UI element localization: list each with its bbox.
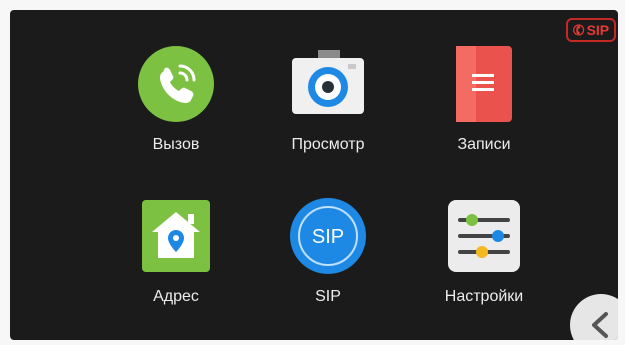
sliders-icon [444,196,524,276]
menu-item-settings[interactable]: Настройки [414,196,554,336]
chevron-left-icon [592,312,608,338]
menu-item-label: Настройки [444,288,524,305]
back-button[interactable] [570,294,618,340]
phone-icon: ✆ [570,20,587,40]
menu-item-label: Адрес [153,288,199,305]
menu-item-records[interactable]: Записи [414,44,554,184]
menu-item-label: SIP [315,288,341,305]
menu-item-call[interactable]: Вызов [106,44,246,184]
home-location-icon [136,196,216,276]
menu-item-label: Записи [457,136,511,153]
menu-item-address[interactable]: Адрес [106,196,246,336]
menu-item-label: Вызов [152,136,200,153]
menu-item-view[interactable]: Просмотр [258,44,398,184]
camera-icon [288,44,368,124]
menu-item-label: Просмотр [291,136,365,153]
records-icon [444,44,524,124]
sip-status-label: SIP [586,22,610,38]
sip-icon-text: SIP [312,226,344,248]
phone-call-icon [136,44,216,124]
menu-item-sip[interactable]: SIP SIP [258,196,398,336]
home-screen: ✆ SIP Вызов Просмотр Записи Адрес SIP SI… [10,10,618,340]
sip-status-indicator: ✆ SIP [566,18,616,42]
sip-icon: SIP [288,196,368,276]
